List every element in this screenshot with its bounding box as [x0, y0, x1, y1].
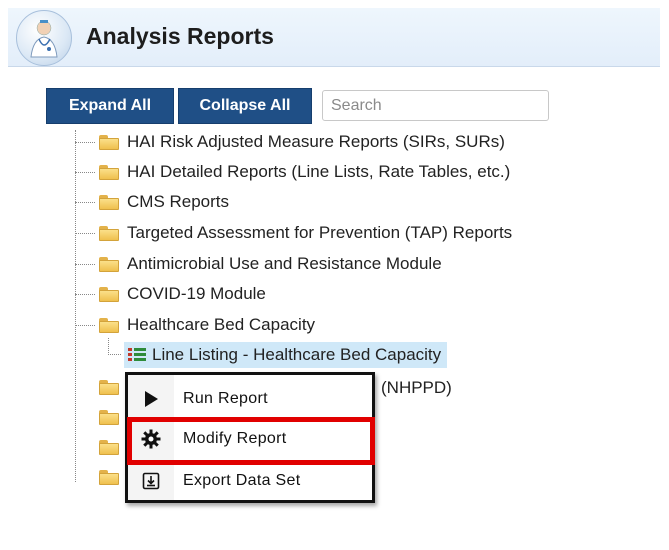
- doctor-logo-icon: [16, 10, 72, 66]
- tree-node-antimicrobial[interactable]: Antimicrobial Use and Resistance Module: [75, 251, 442, 277]
- expand-all-button[interactable]: Expand All: [46, 88, 174, 124]
- folder-open-icon: [99, 317, 119, 333]
- report-list-icon: [128, 348, 146, 362]
- tree-node-label: COVID-19 Module: [127, 284, 266, 303]
- collapse-all-button[interactable]: Collapse All: [178, 88, 312, 124]
- tree-node-hai-detailed[interactable]: HAI Detailed Reports (Line Lists, Rate T…: [75, 159, 510, 185]
- tree-node-bed-capacity[interactable]: Healthcare Bed Capacity: [75, 312, 315, 338]
- folder-icon: [99, 256, 119, 272]
- tree-node-label: Targeted Assessment for Prevention (TAP)…: [127, 223, 513, 242]
- tree-connector: [75, 263, 95, 265]
- menu-item-export-data-set[interactable]: Export Data Set: [128, 461, 372, 501]
- folder-icon: [99, 164, 119, 180]
- folder-icon: [99, 194, 119, 210]
- folder-icon: [99, 410, 119, 425]
- tree-node-label: Antimicrobial Use and Resistance Module: [127, 254, 442, 273]
- tree-node-label: Healthcare Bed Capacity: [127, 315, 316, 334]
- tree-connector: [75, 324, 95, 326]
- page-title: Analysis Reports: [86, 23, 274, 49]
- tree-connector: [75, 171, 95, 173]
- menu-item-label: Run Report: [183, 390, 268, 407]
- tree-node-line-listing[interactable]: Line Listing - Healthcare Bed Capacity: [124, 342, 448, 368]
- tree-node-label: (NHPPD): [381, 378, 452, 397]
- folder-icon: [99, 380, 119, 395]
- annotation-highlight-box: [127, 417, 375, 465]
- menu-item-run-report[interactable]: Run Report: [128, 379, 372, 419]
- tree-connector: [108, 338, 121, 355]
- tree-node-label: Line Listing - Healthcare Bed Capacity: [152, 345, 442, 364]
- tree-node-label: HAI Detailed Reports (Line Lists, Rate T…: [127, 162, 511, 181]
- tree-connector: [75, 293, 95, 295]
- tree-node-label: CMS Reports: [127, 192, 230, 211]
- shared-folder-icon: [99, 440, 119, 455]
- menu-item-label: Export Data Set: [183, 472, 301, 489]
- page-header: Analysis Reports: [8, 8, 660, 67]
- export-icon: [128, 472, 174, 490]
- linked-folder-icon: [99, 470, 119, 485]
- tree-node-hai-risk[interactable]: HAI Risk Adjusted Measure Reports (SIRs,…: [75, 129, 505, 155]
- search-input[interactable]: [322, 90, 549, 121]
- tree-node-cms[interactable]: CMS Reports: [75, 189, 229, 215]
- folder-icon: [99, 225, 119, 241]
- play-icon: [128, 390, 174, 408]
- tree-node-label: HAI Risk Adjusted Measure Reports (SIRs,…: [127, 132, 505, 151]
- tree-connector: [75, 201, 95, 203]
- tree-node-tap[interactable]: Targeted Assessment for Prevention (TAP)…: [75, 220, 512, 246]
- tree-connector: [75, 141, 95, 143]
- tree-node-covid[interactable]: COVID-19 Module: [75, 281, 266, 307]
- tree-connector: [75, 232, 95, 234]
- folder-icon: [99, 134, 119, 150]
- folder-icon: [99, 286, 119, 302]
